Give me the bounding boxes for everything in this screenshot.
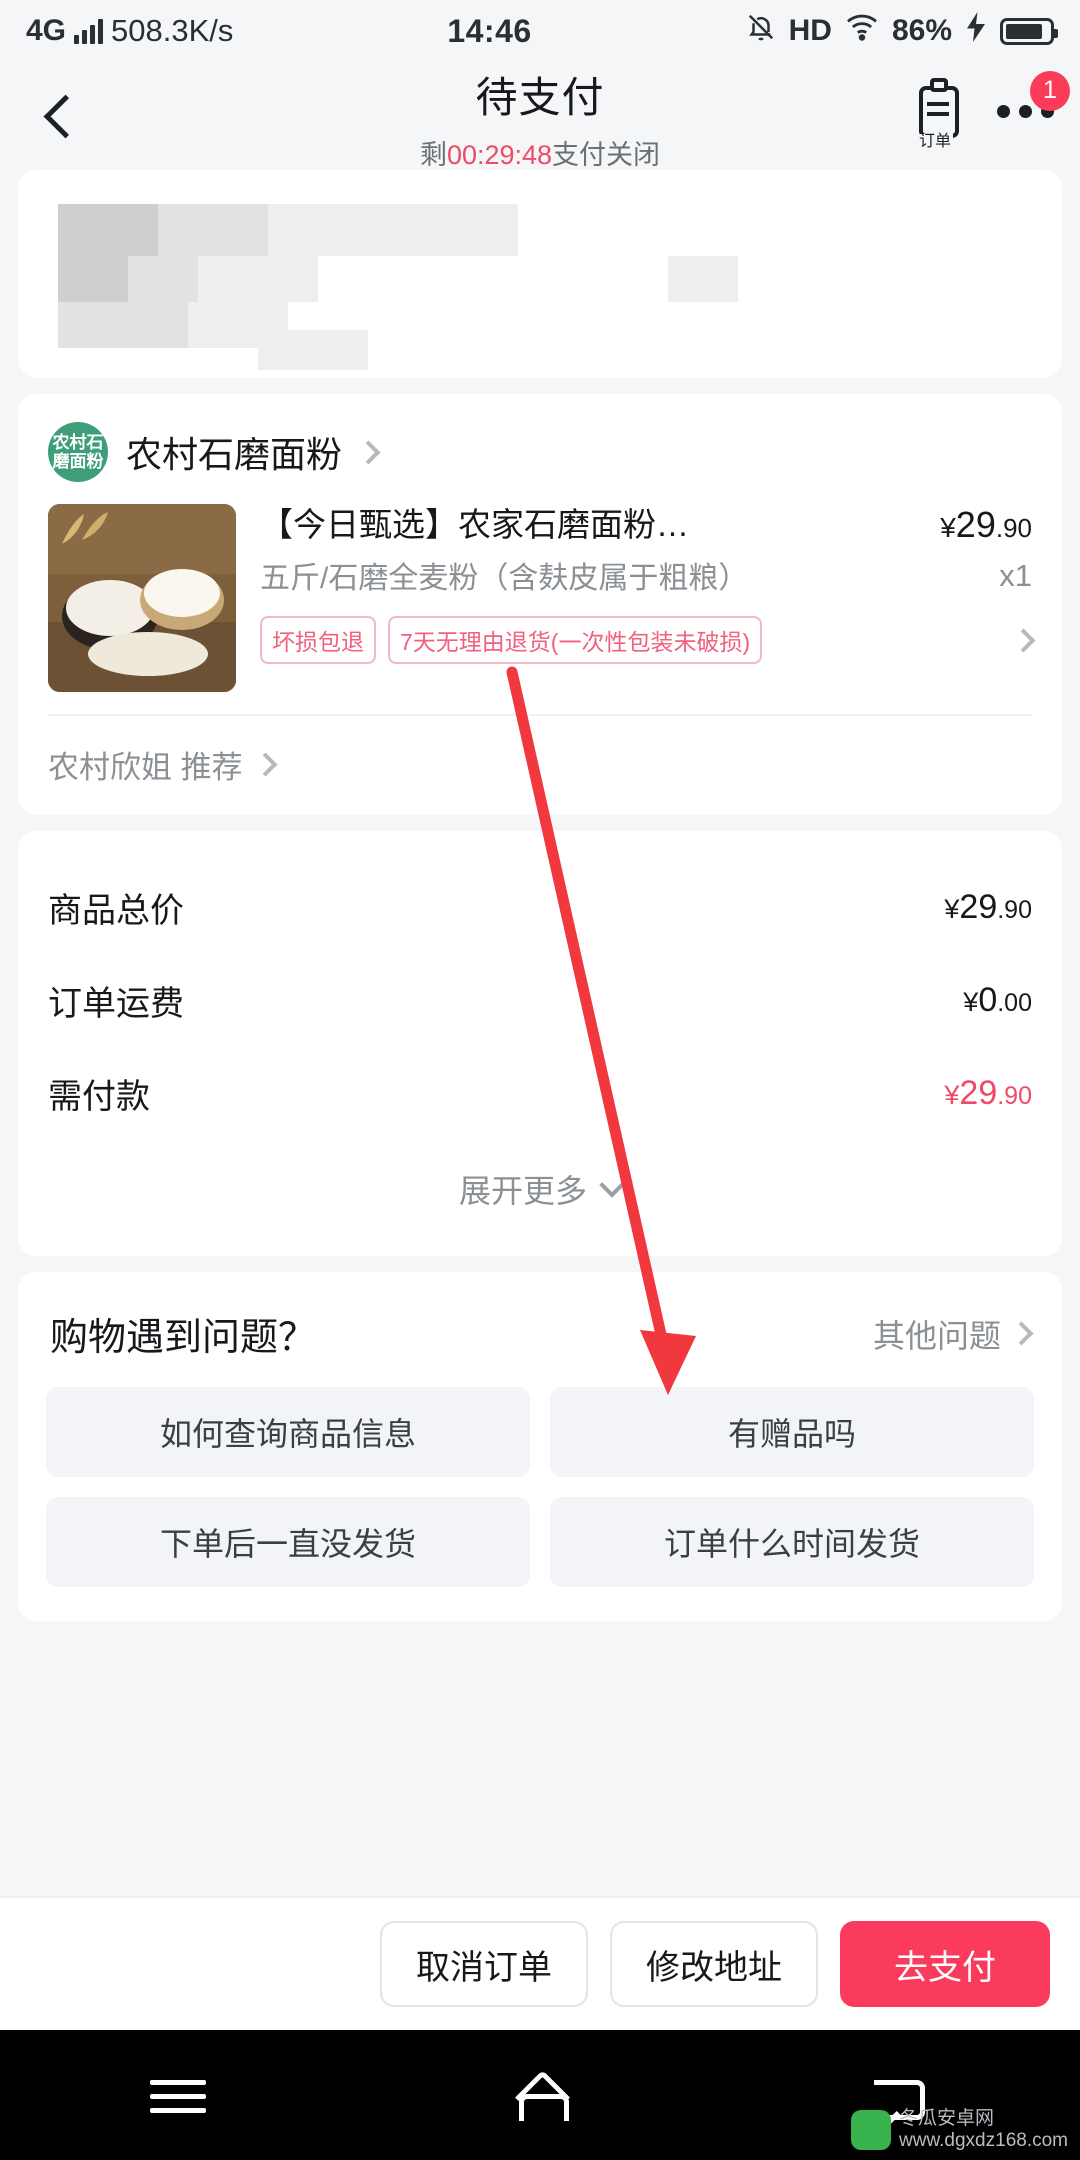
faq-chip[interactable]: 订单什么时间发货 (550, 1497, 1034, 1587)
summary-label: 订单运费 (48, 985, 184, 1023)
summary-currency: ¥ (944, 894, 960, 924)
chevron-right-icon (1009, 1321, 1034, 1346)
watermark: 冬瓜安卓网 www.dgxdz168.com (851, 2108, 1068, 2152)
service-tag: 坏损包退 (260, 616, 376, 664)
menu-icon[interactable] (150, 2068, 210, 2122)
faq-title: 购物遇到问题？ (50, 1317, 317, 1359)
bell-muted-icon (746, 11, 776, 51)
order-product-card: 农村石 磨面粉 农村石磨面粉 【今日甄选】农家石磨面粉… ¥29.90 五斤/石… (18, 394, 1062, 815)
product-price-dec: .90 (995, 513, 1032, 543)
summary-row-goods-total: 商品总价 ¥29.90 (48, 861, 1032, 954)
product-spec: 五斤/石磨全麦粉（含麸皮属于粗粮） (260, 562, 749, 595)
product-thumbnail[interactable] (48, 504, 236, 692)
charging-bolt-icon (965, 12, 987, 50)
product-spec-row: 五斤/石磨全麦粉（含麸皮属于粗粮） x1 (260, 558, 1032, 600)
summary-value: ¥0.00 (963, 981, 1032, 1020)
recommender-label: 农村欣姐 推荐 (48, 750, 243, 785)
countdown-timer: 00:29:48 (446, 140, 553, 170)
faq-header: 购物遇到问题？ 其他问题 (46, 1302, 1034, 1387)
shop-avatar-line1: 农村石 (52, 433, 104, 452)
summary-dec: .90 (997, 896, 1032, 924)
product-price: ¥29.90 (940, 504, 1032, 546)
chevron-right-icon (356, 439, 381, 465)
order-icon-caption: 订单 (917, 133, 954, 150)
battery-percent-label: 86% (891, 14, 952, 47)
watermark-line1: 冬瓜安卓网 (899, 2108, 995, 2129)
status-bar-left: 4G 508.3K/s (26, 13, 233, 49)
other-questions-link[interactable]: 其他问题 (872, 1311, 1034, 1357)
edit-address-button[interactable]: 修改地址 (610, 1921, 818, 2007)
summary-currency: ¥ (944, 1080, 960, 1110)
product-title: 【今日甄选】农家石磨面粉… (260, 506, 689, 543)
shop-row[interactable]: 农村石 磨面粉 农村石磨面粉 (18, 394, 1062, 492)
summary-int: 0 (978, 981, 998, 1019)
price-summary-card: 商品总价 ¥29.90 订单运费 ¥0.00 需付款 ¥29.90 展开更多 (18, 831, 1062, 1256)
watermark-line2: www.dgxdz168.com (899, 2130, 1068, 2151)
summary-label: 需付款 (48, 1078, 150, 1116)
product-service-tags: 坏损包退 7天无理由退货(一次性包装未破损) (260, 616, 1036, 664)
hd-label: HD (788, 14, 832, 47)
status-bar: 4G 508.3K/s 14:46 HD 86% (0, 0, 1080, 62)
summary-int: 29 (959, 1074, 998, 1112)
faq-chip[interactable]: 有赠品吗 (550, 1387, 1034, 1477)
status-bar-right: HD 86% (746, 11, 1058, 51)
net-speed-label: 508.3K/s (111, 13, 234, 48)
summary-value-payable: ¥29.90 (944, 1074, 1032, 1113)
summary-int: 29 (959, 888, 998, 926)
summary-dec: .00 (997, 989, 1032, 1017)
faq-chip[interactable]: 下单后一直没发货 (46, 1497, 530, 1587)
faq-chip-grid: 如何查询商品信息 有赠品吗 下单后一直没发货 订单什么时间发货 (46, 1387, 1034, 1587)
wifi-icon (845, 13, 879, 49)
page-header: 待支付 剩00:29:48支付关闭 订单 1 (0, 62, 1080, 170)
product-price-currency: ¥ (940, 512, 956, 543)
summary-dec: .90 (997, 1082, 1032, 1110)
faq-card: 购物遇到问题？ 其他问题 如何查询商品信息 有赠品吗 下单后一直没发货 订单什么… (18, 1272, 1062, 1621)
product-quantity: x1 (999, 558, 1032, 593)
product-info: 【今日甄选】农家石磨面粉… ¥29.90 五斤/石磨全麦粉（含麸皮属于粗粮） x… (260, 504, 1036, 692)
signal-bars-icon (74, 18, 104, 44)
more-menu-button[interactable]: 1 (997, 70, 1070, 118)
product-title-row: 【今日甄选】农家石磨面粉… ¥29.90 (260, 504, 1032, 546)
shop-name: 农村石磨面粉 (126, 434, 343, 475)
countdown-suffix: 支付关闭 (552, 140, 661, 170)
bottom-action-bar: 取消订单 修改地址 去支付 (0, 1896, 1080, 2030)
network-type-label: 4G (26, 14, 67, 47)
phone-screen: 4G 508.3K/s 14:46 HD 86% 待支付 剩00:29:48支付… (0, 0, 1080, 2160)
go-to-pay-button[interactable]: 去支付 (840, 1921, 1050, 2007)
summary-currency: ¥ (963, 987, 979, 1017)
summary-value: ¥29.90 (944, 888, 1032, 927)
watermark-text: 冬瓜安卓网 www.dgxdz168.com (899, 2108, 1068, 2152)
other-questions-label: 其他问题 (872, 1317, 1001, 1354)
shop-avatar: 农村石 磨面粉 (48, 422, 108, 482)
summary-label: 商品总价 (48, 892, 184, 930)
header-actions: 订单 1 (911, 70, 1070, 150)
service-tag: 7天无理由退货(一次性包装未破损) (388, 616, 763, 664)
faq-chip[interactable]: 如何查询商品信息 (46, 1387, 530, 1477)
cancel-order-button[interactable]: 取消订单 (380, 1921, 588, 2007)
product-price-int: 29 (955, 504, 996, 545)
order-clipboard-icon[interactable]: 订单 (911, 78, 967, 150)
countdown-prefix: 剩 (419, 140, 447, 170)
expand-more-label: 展开更多 (458, 1173, 587, 1209)
battery-icon (1000, 17, 1058, 45)
chevron-down-icon (599, 1172, 625, 1198)
home-icon[interactable] (510, 2068, 570, 2122)
chevron-right-icon[interactable] (1011, 627, 1036, 653)
summary-row-shipping: 订单运费 ¥0.00 (48, 954, 1032, 1047)
clock-label: 14:46 (447, 12, 532, 49)
recommender-row[interactable]: 农村欣姐 推荐 (48, 714, 1032, 815)
address-card[interactable] (18, 170, 1062, 378)
shop-avatar-line2: 磨面粉 (52, 452, 104, 471)
chevron-right-icon (253, 752, 278, 777)
product-row[interactable]: 【今日甄选】农家石磨面粉… ¥29.90 五斤/石磨全麦粉（含麸皮属于粗粮） x… (18, 492, 1062, 692)
system-nav-bar: 冬瓜安卓网 www.dgxdz168.com (0, 2030, 1080, 2160)
expand-more-button[interactable]: 展开更多 (48, 1140, 1032, 1246)
watermark-logo-icon (851, 2110, 892, 2150)
summary-row-payable: 需付款 ¥29.90 (48, 1047, 1032, 1140)
notification-badge: 1 (1030, 70, 1070, 111)
